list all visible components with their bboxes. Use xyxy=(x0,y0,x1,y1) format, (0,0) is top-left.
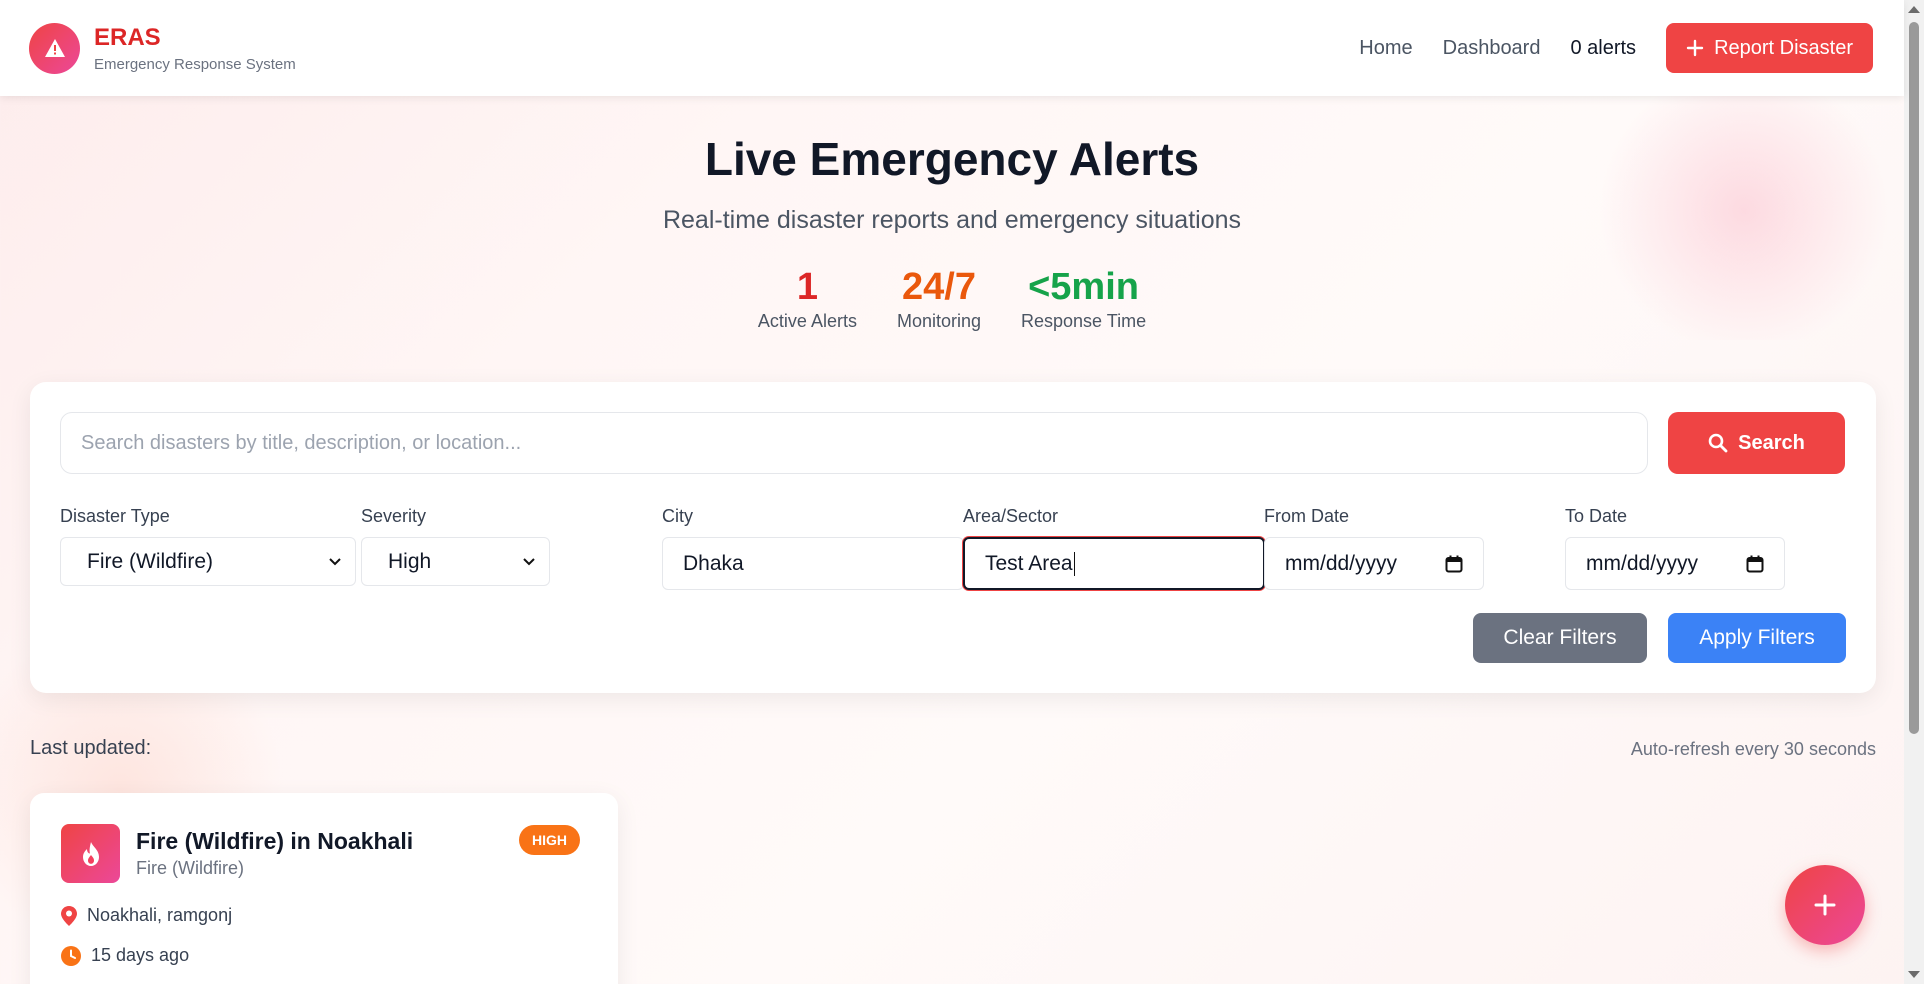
hero-section: Live Emergency Alerts Real-time disaster… xyxy=(0,96,1904,332)
search-button[interactable]: Search xyxy=(1668,412,1845,474)
brand-subtitle: Emergency Response System xyxy=(94,55,296,73)
vertical-scrollbar[interactable] xyxy=(1904,0,1924,984)
disaster-type-select[interactable]: Fire (Wildfire) xyxy=(60,537,356,586)
from-date-value: mm/dd/yyyy xyxy=(1285,551,1398,575)
alerts-count[interactable]: 0 alerts xyxy=(1570,37,1636,60)
search-icon xyxy=(1708,433,1728,453)
brand-text: ERAS Emergency Response System xyxy=(94,24,296,73)
city-label: City xyxy=(662,506,693,526)
area-label: Area/Sector xyxy=(963,506,1059,526)
to-date-label: To Date xyxy=(1565,506,1628,526)
severity-select[interactable]: High xyxy=(361,537,550,586)
main-nav: Home Dashboard 0 alerts Report Disaster xyxy=(1359,23,1875,73)
stat-label: Active Alerts xyxy=(757,311,857,331)
stat-value: <5min xyxy=(1028,266,1139,308)
disaster-type-value: Fire (Wildfire) xyxy=(87,549,213,573)
plus-icon xyxy=(1814,894,1836,916)
auto-refresh-text: Auto-refresh every 30 seconds xyxy=(1630,739,1876,759)
text-cursor xyxy=(1073,551,1075,576)
to-date-input[interactable]: mm/dd/yyyy xyxy=(1565,537,1785,590)
area-value: Test Area xyxy=(985,551,1073,575)
clock-icon xyxy=(61,945,81,966)
severity-value: High xyxy=(388,549,432,573)
alert-title[interactable]: Fire (Wildfire) in Noakhali xyxy=(136,828,413,855)
alert-type: Fire (Wildfire) xyxy=(136,858,244,878)
top-header: ERAS Emergency Response System Home Dash… xyxy=(0,0,1904,96)
last-updated-text: Last updated: xyxy=(30,737,152,759)
map-pin-icon xyxy=(61,905,77,926)
plus-icon xyxy=(1686,39,1704,57)
stat-response-time: <5min Response Time xyxy=(1021,265,1146,332)
warning-triangle-icon xyxy=(29,22,80,74)
alert-time-row: 15 days ago xyxy=(61,945,189,966)
calendar-icon[interactable] xyxy=(1746,555,1764,573)
scroll-up-arrow[interactable] xyxy=(1908,6,1920,13)
stat-label: Response Time xyxy=(1021,311,1147,331)
scroll-down-arrow[interactable] xyxy=(1908,971,1920,978)
nav-dashboard-link[interactable]: Dashboard xyxy=(1443,37,1541,60)
search-input[interactable] xyxy=(60,412,1648,474)
floating-add-button[interactable] xyxy=(1785,865,1865,945)
flame-icon xyxy=(61,824,120,883)
alert-time: 15 days ago xyxy=(91,945,190,965)
brand-name: ERAS xyxy=(94,23,161,51)
filter-card: Search Disaster Type Fire (Wildfire) Sev… xyxy=(30,382,1876,693)
city-input[interactable]: Dhaka xyxy=(662,537,964,590)
severity-label: Severity xyxy=(361,506,427,526)
to-date-value: mm/dd/yyyy xyxy=(1586,551,1699,575)
stat-value: 1 xyxy=(796,266,819,308)
stats-row: 1 Active Alerts 24/7 Monitoring <5min Re… xyxy=(0,265,1904,332)
chevron-down-icon xyxy=(523,557,535,565)
area-input[interactable]: Test Area xyxy=(963,537,1265,590)
page-subtitle: Real-time disaster reports and emergency… xyxy=(662,206,1242,234)
chevron-down-icon xyxy=(329,557,341,565)
disaster-type-label: Disaster Type xyxy=(60,506,170,526)
report-disaster-label: Report Disaster xyxy=(1714,36,1853,59)
from-date-input[interactable]: mm/dd/yyyy xyxy=(1264,537,1484,590)
alert-location: Noakhali, ramgonj xyxy=(87,905,233,925)
stat-value: 24/7 xyxy=(902,266,976,308)
report-disaster-button[interactable]: Report Disaster xyxy=(1666,23,1873,73)
severity-badge: HIGH xyxy=(519,825,580,855)
alert-card[interactable]: Fire (Wildfire) in Noakhali Fire (Wildfi… xyxy=(30,793,618,984)
nav-home-link[interactable]: Home xyxy=(1359,37,1412,60)
scroll-thumb[interactable] xyxy=(1909,22,1919,734)
clear-filters-button[interactable]: Clear Filters xyxy=(1473,613,1647,663)
brand[interactable]: ERAS Emergency Response System xyxy=(29,22,296,74)
alert-location-row: Noakhali, ramgonj xyxy=(61,905,232,926)
calendar-icon[interactable] xyxy=(1445,555,1463,573)
city-value: Dhaka xyxy=(683,551,744,575)
from-date-label: From Date xyxy=(1264,506,1350,526)
stat-label: Monitoring xyxy=(896,311,982,331)
search-button-label: Search xyxy=(1738,431,1805,454)
page-title: Live Emergency Alerts xyxy=(704,133,1200,185)
stat-active-alerts: 1 Active Alerts xyxy=(758,265,857,332)
stat-monitoring: 24/7 Monitoring xyxy=(897,265,981,332)
apply-filters-button[interactable]: Apply Filters xyxy=(1668,613,1846,663)
